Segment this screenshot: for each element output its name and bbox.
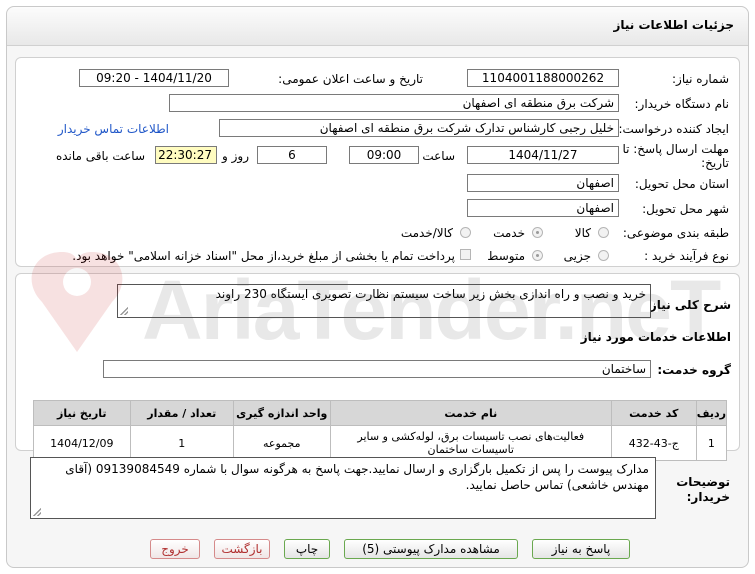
table-header-row: ردیف کد خدمت نام خدمت واحد اندازه گیری ت… (32, 400, 728, 426)
treasury-payment-note: پرداخت تمام یا بخشی از مبلغ خرید،از محل … (72, 249, 455, 263)
summary-panel: شرح کلی نیاز: خرید و نصب و راه اندازی بخ… (15, 273, 740, 461)
category-radio-goods[interactable] (598, 227, 609, 238)
process-option-medium: متوسط (487, 249, 525, 263)
attachments-button[interactable]: مشاهده مدارک پیوستی (5) (344, 539, 518, 559)
col-row: ردیف (695, 400, 728, 426)
col-qty: تعداد / مقدار (129, 400, 234, 426)
buyer-notes-label-2: خریدار: (686, 490, 730, 504)
remaining-days-field[interactable]: 6 (257, 146, 327, 164)
remaining-time-label: ساعت باقی مانده (55, 149, 145, 163)
service-group-label: گروه خدمت: (657, 363, 731, 377)
col-unit: واحد اندازه گیری (232, 400, 331, 426)
info-panel: شماره نیاز: 1104001188000262 تاریخ و ساع… (15, 57, 740, 267)
cell-row: 1 (695, 425, 728, 461)
deadline-date-label: تاریخ: (701, 156, 729, 170)
summary-label: شرح کلی نیاز: (645, 298, 731, 312)
table-row[interactable]: 1 ج-43-432 فعالیت‌های نصب تاسیسات برق، ل… (32, 425, 728, 461)
category-radio-service[interactable] (532, 227, 543, 238)
print-button[interactable]: چاپ (284, 539, 330, 559)
buyer-name-label: نام دستگاه خریدار: (634, 97, 730, 111)
buyer-contact-link[interactable]: اطلاعات تماس خریدار (58, 122, 169, 136)
cell-name-line1: فعالیت‌های نصب تاسیسات برق، لوله‌کشی و س… (357, 430, 585, 443)
need-number-label: شماره نیاز: (672, 72, 729, 86)
announce-date-field[interactable]: 1404/11/20 - 09:20 (79, 69, 229, 87)
services-table-wrap: ردیف کد خدمت نام خدمت واحد اندازه گیری ت… (32, 400, 728, 461)
deadline-time-field[interactable]: 09:00 (349, 146, 419, 164)
reply-button[interactable]: پاسخ به نیاز (532, 539, 630, 559)
cell-qty: 1 (129, 425, 234, 461)
exit-button[interactable]: خروج (150, 539, 200, 559)
category-option-goods-service: کالا/خدمت (400, 226, 453, 240)
summary-textarea[interactable]: خرید و نصب و راه اندازی بخش زیر ساخت سیس… (117, 284, 651, 318)
cell-date: 1404/12/09 (32, 425, 131, 461)
resize-handle-icon[interactable] (120, 307, 128, 315)
province-label: استان محل تحویل: (634, 177, 729, 191)
days-label: روز و (222, 149, 249, 163)
city-label: شهر محل تحویل: (642, 202, 729, 216)
treasury-payment-checkbox[interactable] (460, 249, 471, 260)
col-date: تاریخ نیاز (32, 400, 131, 426)
services-table: ردیف کد خدمت نام خدمت واحد اندازه گیری ت… (32, 400, 728, 461)
deadline-time-label: ساعت (422, 149, 455, 163)
category-radio-goods-service[interactable] (460, 227, 471, 238)
back-button[interactable]: بازگشت (214, 539, 270, 559)
province-field[interactable]: اصفهان (467, 174, 619, 192)
announce-date-label: تاریخ و ساعت اعلان عمومی: (278, 72, 423, 86)
process-radio-medium[interactable] (532, 250, 543, 261)
process-radio-minor[interactable] (598, 250, 609, 261)
process-label: نوع فرآیند خرید : (644, 249, 729, 263)
requester-field[interactable]: خلیل رجبی کارشناس تدارک شرکت برق منطقه ا… (219, 119, 619, 137)
window-titlebar: جزئیات اطلاعات نیاز (7, 7, 748, 46)
category-label: طبقه بندی موضوعی: (622, 226, 729, 240)
col-code: کد خدمت (610, 400, 697, 426)
deadline-label: مهلت ارسال پاسخ: تا (622, 142, 729, 156)
category-option-service: خدمت (493, 226, 525, 240)
deadline-date-field[interactable]: 1404/11/27 (467, 146, 619, 164)
details-window: جزئیات اطلاعات نیاز شماره نیاز: 11040011… (6, 6, 749, 568)
col-name: نام خدمت (329, 400, 612, 426)
need-number-field[interactable]: 1104001188000262 (467, 69, 619, 87)
services-section-title: اطلاعات خدمات مورد نیاز (580, 330, 731, 344)
remaining-time-field: 22:30:27 (155, 146, 217, 164)
window-title: جزئیات اطلاعات نیاز (613, 18, 734, 32)
summary-text: خرید و نصب و راه اندازی بخش زیر ساخت سیس… (215, 287, 646, 301)
resize-handle-icon[interactable] (33, 508, 41, 516)
requester-label: ایجاد کننده درخواست: (618, 122, 729, 136)
category-option-goods: کالا (574, 226, 591, 240)
service-group-field[interactable]: ساختمان (103, 360, 651, 378)
buyer-notes-textarea[interactable]: مدارک پیوست را پس از تکمیل بارگزاری و ار… (30, 457, 656, 519)
city-field[interactable]: اصفهان (467, 199, 619, 217)
cell-name: فعالیت‌های نصب تاسیسات برق، لوله‌کشی و س… (329, 425, 612, 461)
cell-unit: مجموعه (232, 425, 331, 461)
cell-code: ج-43-432 (610, 425, 697, 461)
process-option-minor: جزیی (563, 249, 591, 263)
buyer-notes-label: توضیحات (676, 475, 730, 489)
cell-name-line2: تاسیسات ساختمان (427, 443, 514, 456)
buyer-notes-text: مدارک پیوست را پس از تکمیل بارگزاری و ار… (65, 462, 649, 492)
buyer-name-field[interactable]: شرکت برق منطقه ای اصفهان (169, 94, 619, 112)
